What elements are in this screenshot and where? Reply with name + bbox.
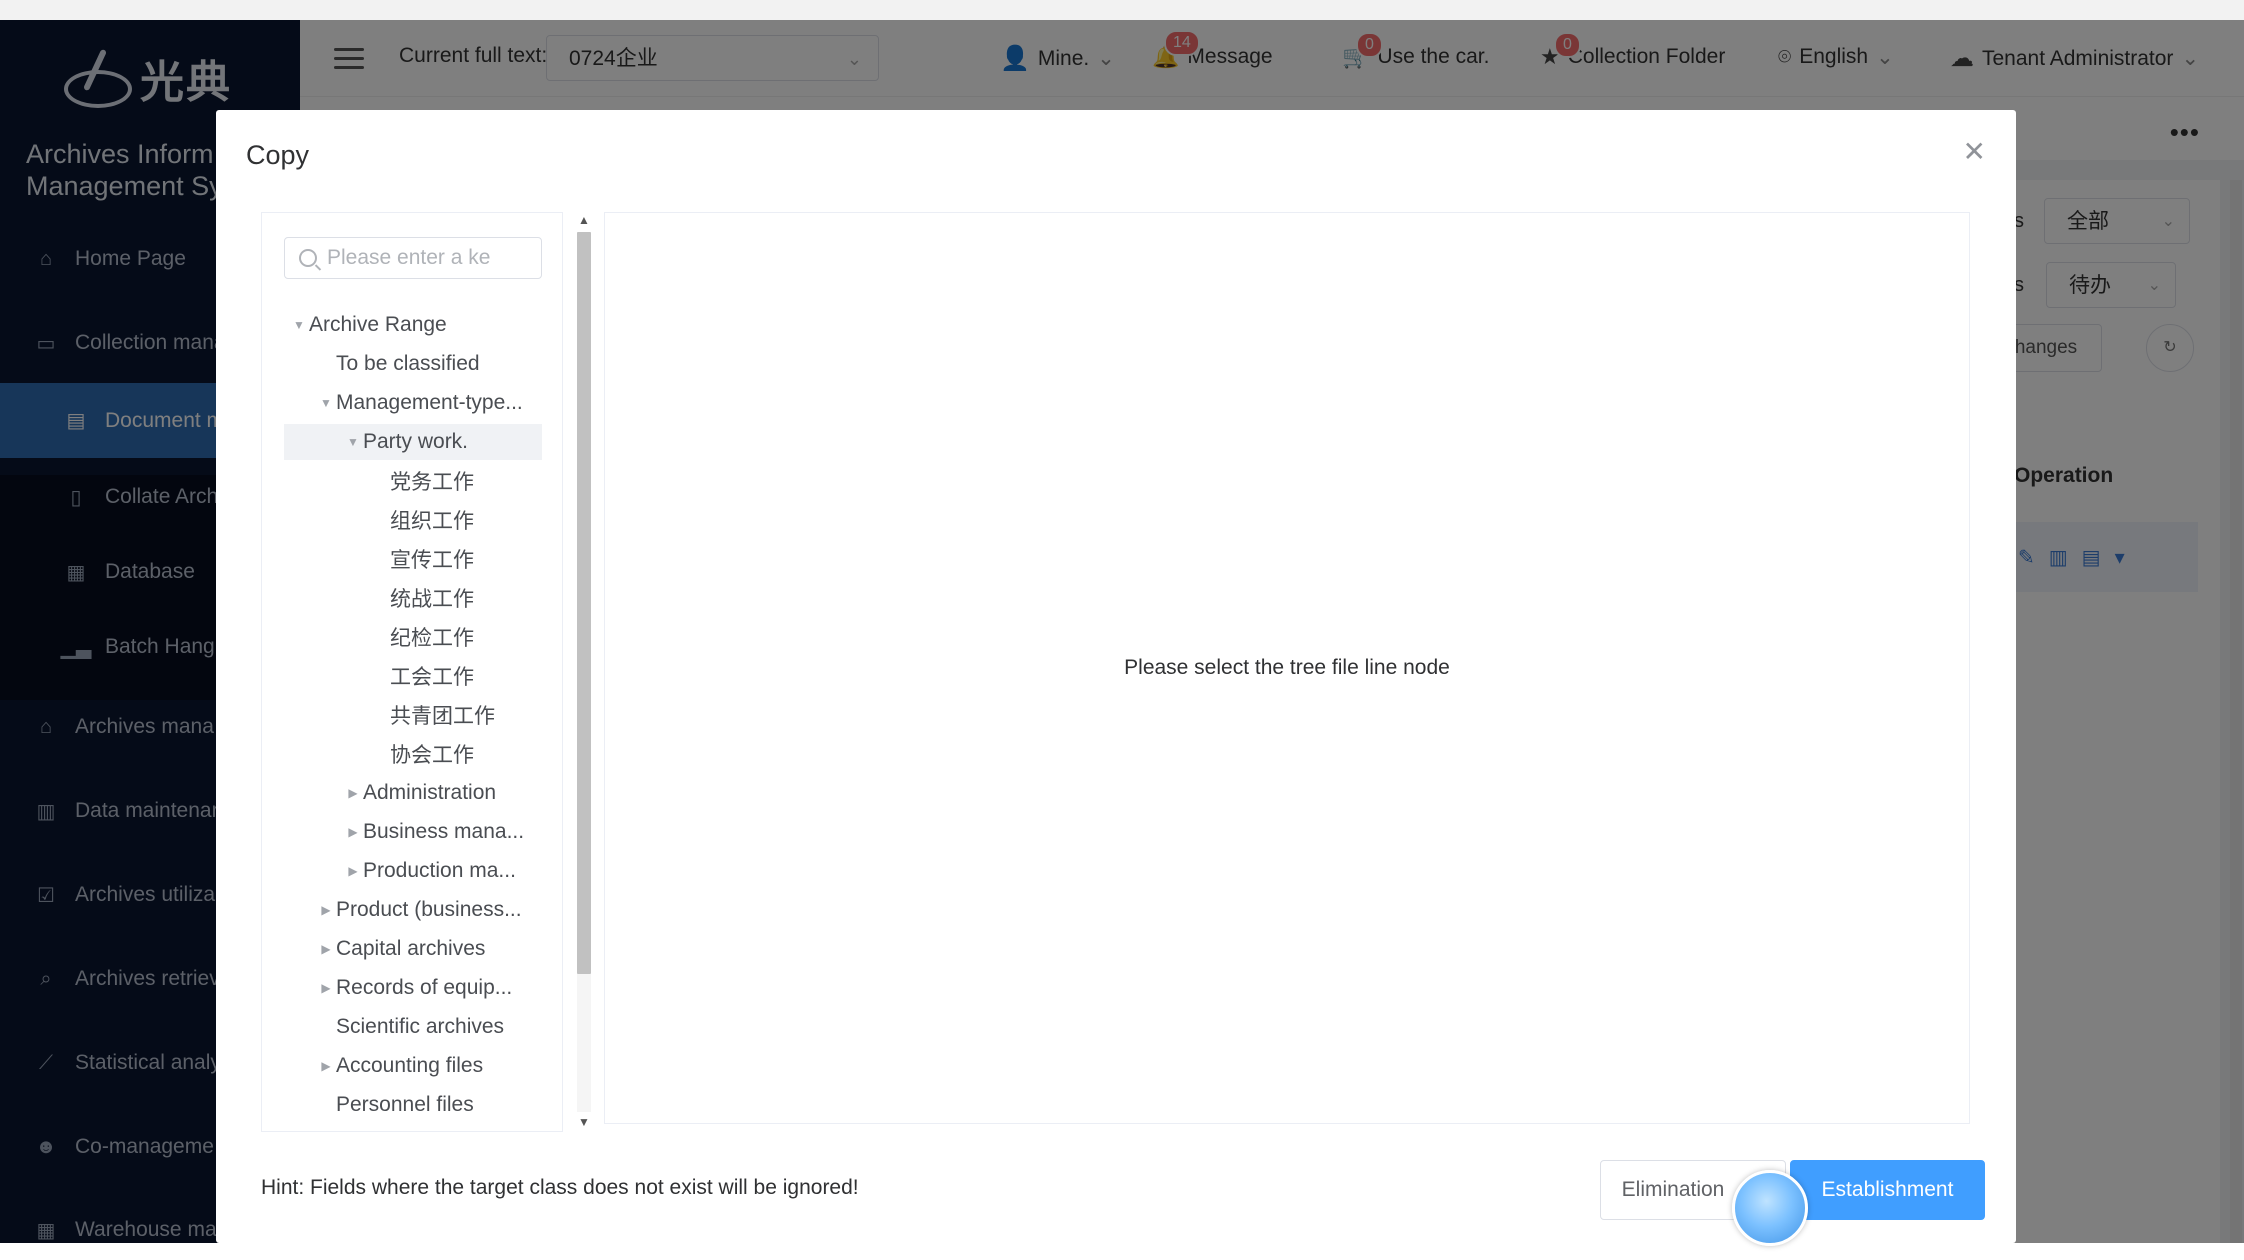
tree-node[interactable]: Scientific archives <box>284 1009 542 1045</box>
tree-node[interactable]: 组织工作 <box>284 502 542 538</box>
tree-node[interactable]: 宣传工作 <box>284 541 542 577</box>
tree-node-label: Product (business... <box>336 898 522 921</box>
caret-right-icon[interactable]: ▶ <box>316 981 336 995</box>
tree-node-label: 纪检工作 <box>390 627 474 650</box>
tree-node[interactable]: ▶ Capital archives <box>284 931 542 967</box>
tree-node-label: Management-type... <box>336 391 523 414</box>
scroll-up-icon[interactable]: ▲ <box>576 212 592 228</box>
caret-down-icon[interactable]: ▼ <box>289 318 309 332</box>
scrollbar-thumb[interactable] <box>577 232 591 974</box>
hint-text: Hint: Fields where the target class does… <box>261 1176 859 1199</box>
caret-down-icon[interactable]: ▼ <box>343 435 363 449</box>
tree-node-label: 组织工作 <box>390 510 474 533</box>
caret-right-icon[interactable]: ▶ <box>316 1059 336 1073</box>
tree-node-label: 协会工作 <box>390 744 474 767</box>
tree-node-label: Production ma... <box>363 859 516 882</box>
tree-node[interactable]: ▶ Accounting files <box>284 1048 542 1084</box>
tree-node[interactable]: Personnel files <box>284 1087 542 1123</box>
tree-node[interactable]: 纪检工作 <box>284 619 542 655</box>
empty-message: Please select the tree file line node <box>1124 656 1450 679</box>
tree-node[interactable]: 共青团工作 <box>284 697 542 733</box>
tree-node-label: 统战工作 <box>390 588 474 611</box>
tree-node-label: Scientific archives <box>336 1015 505 1038</box>
tree-node[interactable]: ▶ Business mana... <box>284 814 542 850</box>
tree-node[interactable]: ▼ Archive Range <box>284 307 542 343</box>
tree-node[interactable]: ▼ Management-type... <box>284 385 542 421</box>
tree-node-label: Administration <box>363 781 497 804</box>
browser-top-strip <box>0 0 2244 21</box>
dialog-title: Copy <box>246 140 310 170</box>
tree-scrollbar[interactable]: ▲ ▼ <box>574 210 594 1132</box>
close-icon[interactable]: ✕ <box>1963 138 1986 166</box>
scroll-down-icon[interactable]: ▼ <box>576 1114 592 1130</box>
caret-right-icon[interactable]: ▶ <box>343 825 363 839</box>
tree-node[interactable]: 协会工作 <box>284 736 542 772</box>
establishment-button[interactable]: Establishment <box>1790 1160 1985 1220</box>
tree-node[interactable]: 工会工作 <box>284 658 542 694</box>
tree-node[interactable]: ▶ Administration <box>284 775 542 811</box>
detail-panel: Please select the tree file line node <box>604 212 1970 1124</box>
tree-node-label: 工会工作 <box>390 666 474 689</box>
archive-tree-panel: Please enter a ke ▼ Archive Range To be cl… <box>261 212 563 1132</box>
tree-node[interactable]: 统战工作 <box>284 580 542 616</box>
tree-node-label: Capital archives <box>336 937 486 960</box>
tree-node[interactable]: ▼ Party work. <box>284 424 542 460</box>
tree-node[interactable]: ▶ Product (business... <box>284 892 542 928</box>
tree-node[interactable]: ▶ Records of equip... <box>284 970 542 1006</box>
tree-node-label: Accounting files <box>336 1054 484 1077</box>
tree-node-label: 党务工作 <box>390 471 474 494</box>
copy-dialog: Copy ✕ Please enter a ke ▼ Archive Range T… <box>216 110 2016 1243</box>
tree-search-placeholder: Please enter a ke <box>327 246 491 269</box>
search-icon <box>299 249 317 267</box>
tree-node-label: Business mana... <box>363 820 525 843</box>
caret-right-icon[interactable]: ▶ <box>343 864 363 878</box>
tree-node-label: Records of equip... <box>336 976 513 999</box>
caret-down-icon[interactable]: ▼ <box>316 396 336 410</box>
tree-node-label: Personnel files <box>336 1093 474 1116</box>
floating-assistant-icon[interactable] <box>1732 1170 1808 1246</box>
tree-node[interactable]: To be classified <box>284 346 542 382</box>
tree-node-label: 宣传工作 <box>390 549 474 572</box>
tree-search-input[interactable]: Please enter a ke <box>284 237 542 279</box>
caret-right-icon[interactable]: ▶ <box>316 942 336 956</box>
tree-node-label: To be classified <box>336 352 480 375</box>
tree-node-label: Archive Range <box>309 313 447 336</box>
caret-right-icon[interactable]: ▶ <box>343 786 363 800</box>
tree-node-label: 共青团工作 <box>390 705 495 728</box>
tree-node[interactable]: ▶ Production ma... <box>284 853 542 889</box>
caret-right-icon[interactable]: ▶ <box>316 903 336 917</box>
tree-node[interactable]: 党务工作 <box>284 463 542 499</box>
tree-node-label: Party work. <box>363 430 469 453</box>
tree-node[interactable]: Photo archives <box>284 1126 542 1131</box>
